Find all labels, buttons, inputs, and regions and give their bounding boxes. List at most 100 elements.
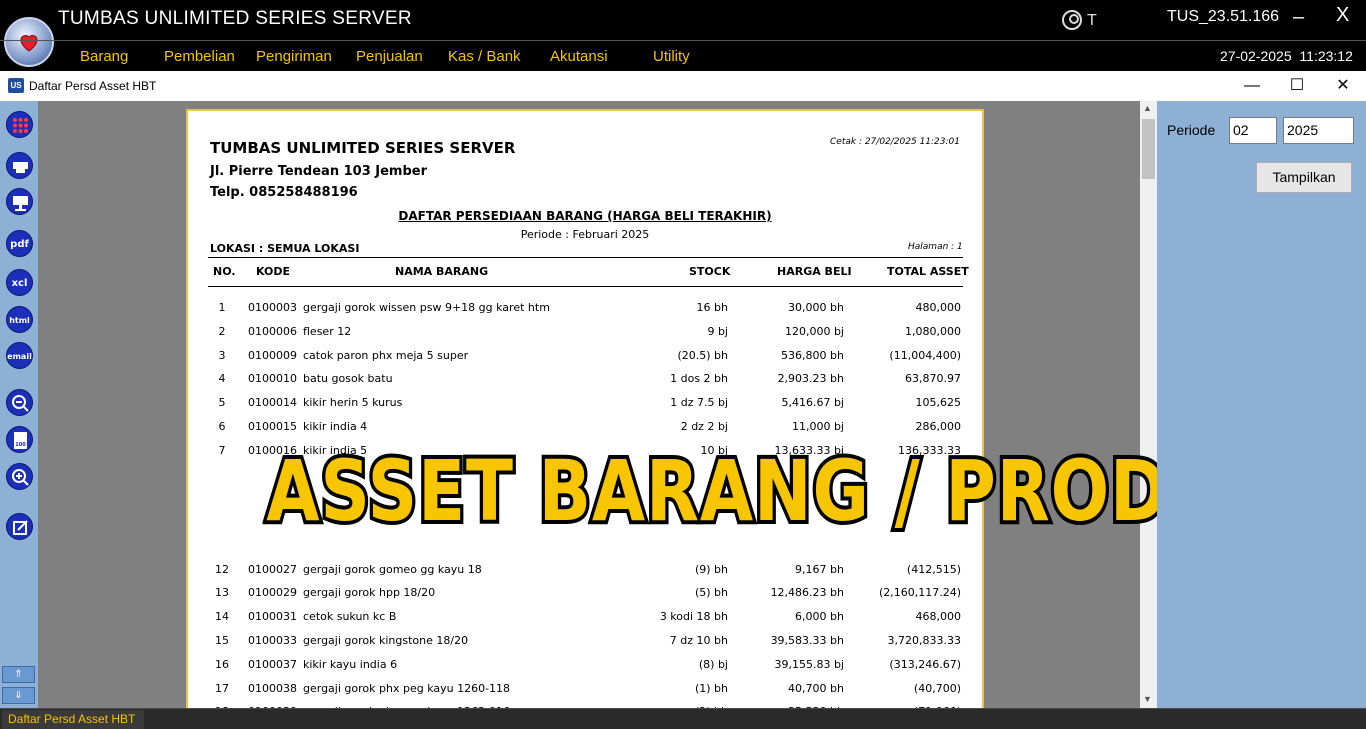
cell-kode: 0100014 (248, 396, 297, 409)
scroll-up-arrow-icon[interactable]: ▲ (1143, 103, 1152, 113)
report-title: DAFTAR PERSEDIAAN BARANG (HARGA BELI TER… (398, 209, 772, 223)
datetime: 27-02-2025 11:23:12 (1220, 48, 1353, 64)
cell-harga: 536,800 bh (781, 349, 844, 362)
scroll-down-icon[interactable]: ⇓ (2, 687, 35, 704)
window-taskbar: Daftar Persd Asset HBT (0, 708, 1366, 729)
show-button[interactable]: Tampilkan (1256, 162, 1352, 193)
cell-no: 15 (215, 634, 229, 647)
zoom-out-icon[interactable] (6, 389, 33, 416)
window-minimize-button[interactable]: — (1237, 74, 1267, 98)
date-label: 27-02-2025 (1220, 48, 1292, 64)
report-address: Jl. Pierre Tendean 103 Jember (210, 164, 428, 179)
report-company: TUMBAS UNLIMITED SERIES SERVER (210, 139, 516, 157)
cell-harga: 39,155.83 bj (774, 658, 844, 671)
cell-harga: 30,000 bh (788, 301, 844, 314)
email-icon[interactable]: email (6, 342, 33, 369)
report-viewer[interactable]: TUMBAS UNLIMITED SERIES SERVER Jl. Pierr… (38, 101, 1140, 708)
year-input[interactable]: 2025 (1283, 117, 1354, 144)
menu-kas-bank[interactable]: Kas / Bank (448, 48, 521, 65)
cell-no: 1 (218, 301, 226, 314)
month-input[interactable]: 02 (1229, 117, 1277, 144)
app-minimize-button[interactable]: – (1293, 6, 1304, 29)
zoom-100-icon[interactable]: 100 (6, 426, 33, 453)
menu-penjualan[interactable]: Penjualan (356, 48, 423, 65)
cell-kode: 0100029 (248, 586, 297, 599)
cell-total: 480,000 (915, 301, 962, 314)
cell-no: 2 (218, 325, 226, 338)
table-row: 14 0100031 cetok sukun kc B 3 kodi 18 bh 6,0… (188, 610, 982, 634)
cell-stock: 3 kodi 18 bh (659, 610, 728, 623)
version-label: TUS_23.51.166 (1167, 8, 1280, 25)
report-phone: Telp. 085258488196 (210, 185, 358, 200)
cell-kode: 0100027 (248, 563, 297, 576)
col-header-stock: STOCK (689, 265, 731, 278)
cell-kode: 0100031 (248, 610, 297, 623)
window-title: Daftar Persd Asset HBT (29, 79, 157, 93)
cell-no: 12 (215, 563, 229, 576)
window-app-icon: US (8, 78, 24, 93)
cell-harga: 9,167 bh (795, 563, 844, 576)
cell-total: (2,160,117.24) (878, 586, 961, 599)
menu-utility[interactable]: Utility (653, 48, 690, 65)
header-rule-top (208, 257, 963, 258)
window-close-button[interactable]: ✕ (1328, 74, 1358, 98)
cell-total: (412,515) (906, 563, 961, 576)
cell-stock: 16 bh (696, 301, 728, 314)
cell-stock: 9 bj (707, 325, 728, 338)
cell-harga: 2,903.23 bh (777, 372, 844, 385)
printer-setup-icon[interactable] (6, 188, 33, 215)
table-row: 5 0100014 kikir herin 5 kurus 1 dz 7.5 bj 5,… (188, 396, 982, 420)
scroll-down-arrow-icon[interactable]: ▼ (1143, 694, 1152, 704)
report-toolbar: pdf xcl html email 100 ⇑ ⇓ (0, 101, 38, 708)
cell-nama: gergaji gorok gomeo gg kayu 18 (303, 563, 482, 576)
cell-stock: (8) bj (698, 658, 728, 671)
cell-nama: gergaji gorok kingstone 18/20 (303, 634, 469, 647)
cell-nama: fleser 12 (303, 325, 352, 338)
app-close-button[interactable]: X (1336, 4, 1349, 27)
scroll-thumb[interactable] (1142, 119, 1155, 179)
col-header-kode: KODE (256, 265, 291, 278)
cell-no: 6 (218, 420, 226, 433)
app-title: TUMBAS UNLIMITED SERIES SERVER (58, 8, 412, 29)
cell-total: (11,004,400) (889, 349, 961, 362)
report-page-number: Halaman : 1 (908, 242, 963, 252)
svg-text:100: 100 (15, 442, 26, 448)
taskbar-tab[interactable]: Daftar Persd Asset HBT (2, 710, 144, 729)
table-row: 12 0100027 gergaji gorok gomeo gg kayu 18 (… (188, 563, 982, 587)
vertical-scrollbar[interactable]: ▲ ▼ (1140, 101, 1157, 708)
html-icon[interactable]: html (6, 306, 33, 333)
cell-nama: batu gosok batu (303, 372, 393, 385)
cell-total: 3,720,833.33 (887, 634, 961, 647)
cell-no: 13 (215, 586, 229, 599)
cell-harga: 12,486.23 bh (770, 586, 844, 599)
periode-label: Periode (1167, 122, 1216, 138)
menu-barang[interactable]: Barang (80, 48, 128, 65)
header-rule-bottom (208, 286, 963, 287)
menu-akutansi[interactable]: Akutansi (550, 48, 608, 65)
cell-kode: 0100003 (248, 301, 297, 314)
zoom-in-icon[interactable] (6, 463, 33, 490)
cell-stock: (9) bh (694, 563, 728, 576)
table-row: 2 0100006 fleser 12 9 bj 120,000 bj 1,080,000 (188, 325, 982, 349)
xcl-icon[interactable]: xcl (6, 269, 33, 296)
table-row: 16 0100037 kikir kayu india 6 (8) bj 39,155.… (188, 658, 982, 682)
user-icon[interactable] (1062, 10, 1082, 30)
table-row: 3 0100009 catok paron phx meja 5 super (20.… (188, 349, 982, 373)
scroll-up-icon[interactable]: ⇑ (2, 666, 35, 683)
menu-pembelian[interactable]: Pembelian (164, 48, 235, 65)
grid-icon[interactable] (6, 111, 33, 138)
menu-pengiriman[interactable]: Pengiriman (256, 48, 332, 65)
col-header-nama: NAMA BARANG (395, 265, 489, 278)
overlay-banner: ASSET BARANG / PRODUK (263, 438, 1281, 544)
cell-kode: 0100010 (248, 372, 297, 385)
pdf-icon[interactable]: pdf (6, 230, 33, 257)
col-header-total: TOTAL ASSET (887, 265, 969, 278)
main-menu: Barang Pembelian Pengiriman Penjualan Ka… (0, 40, 1366, 71)
user-name[interactable]: T (1087, 12, 1097, 30)
print-icon[interactable] (6, 152, 33, 179)
cell-harga: 40,700 bh (788, 682, 844, 695)
edit-icon[interactable] (6, 513, 33, 540)
cell-stock: (5) bh (694, 586, 728, 599)
col-header-no: NO. (213, 265, 236, 278)
window-maximize-button[interactable]: ☐ (1282, 74, 1312, 98)
